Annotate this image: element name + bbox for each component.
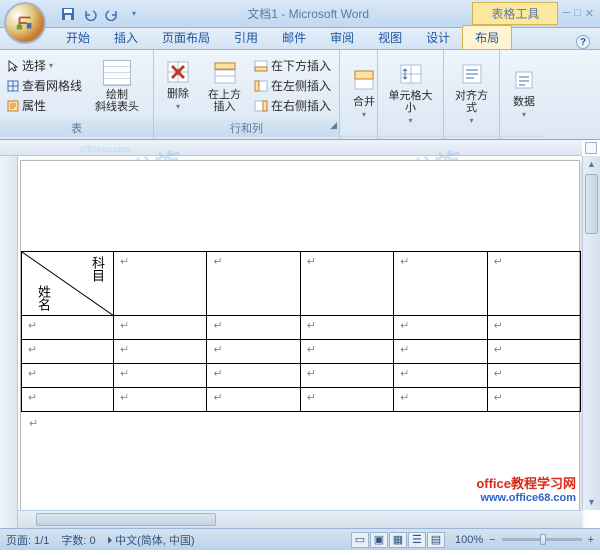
zoom-slider[interactable] (502, 538, 582, 541)
select-button[interactable]: 选择▾ (4, 56, 85, 75)
table-cell[interactable]: ↵ (207, 252, 300, 316)
table-cell[interactable]: ↵ (394, 252, 487, 316)
insert-above-button[interactable]: 在上方 插入 (202, 57, 247, 115)
group-table-label: 表 (0, 119, 153, 137)
data-button[interactable]: 数据▾ (504, 64, 544, 123)
ribbon-tabs: 开始 插入 页面布局 引用 邮件 审阅 视图 设计 布局 ? (0, 28, 600, 50)
group-rows-cols-label: 行和列◢ (154, 119, 339, 137)
view-buttons: ▭ ▣ ▦ ☰ ▤ (351, 532, 445, 548)
zoom-out-button[interactable]: − (489, 534, 495, 546)
title-bar: ▾ 文档1 - Microsoft Word 表格工具 ─ □ ✕ (0, 0, 600, 28)
redo-button[interactable] (102, 4, 122, 24)
status-page[interactable]: 页面: 1/1 (6, 532, 49, 548)
view-print-layout[interactable]: ▭ (351, 532, 369, 548)
table-cell[interactable]: ↵ (114, 252, 207, 316)
table-row: ↵↵↵↵↵↵ (22, 316, 581, 340)
header-subject: 科目 (88, 256, 107, 282)
table-row: ↵↵↵↵↵↵ (22, 364, 581, 388)
rows-cols-launcher[interactable]: ◢ (330, 120, 337, 131)
view-gridlines-button[interactable]: 查看网格线 (4, 76, 85, 95)
document-area: 办公族 officezu.com 办公族 办公族 办公族 officezu.co… (0, 140, 600, 528)
close-button[interactable]: ✕ (585, 7, 594, 20)
status-words[interactable]: 字数: 0 (61, 532, 95, 548)
draw-diagonal-header-button[interactable]: 绘制 斜线表头 (89, 57, 145, 115)
ribbon: 选择▾ 查看网格线 属性 绘制 斜线表头 表 删除▾ 在上方 插入 在下方插入 (0, 50, 600, 140)
scroll-thumb[interactable] (585, 174, 598, 234)
tab-view[interactable]: 视图 (366, 26, 414, 49)
view-web[interactable]: ▦ (389, 532, 407, 548)
zoom-level[interactable]: 100% (455, 534, 483, 546)
insert-below-button[interactable]: 在下方插入 (251, 56, 334, 75)
tab-table-layout[interactable]: 布局 (462, 25, 512, 49)
minimize-button[interactable]: ─ (562, 7, 570, 20)
quick-access-toolbar: ▾ (58, 4, 144, 24)
scroll-down-icon[interactable]: ▼ (583, 494, 600, 510)
tab-references[interactable]: 引用 (222, 26, 270, 49)
scroll-up-icon[interactable]: ▲ (583, 156, 600, 172)
vertical-ruler[interactable] (0, 156, 18, 528)
paragraph-mark: ↵ (21, 412, 579, 434)
table-row: ↵↵↵↵↵↵ (22, 388, 581, 412)
insert-left-button[interactable]: 在左侧插入 (251, 76, 334, 95)
tab-mailings[interactable]: 邮件 (270, 26, 318, 49)
view-full-screen[interactable]: ▣ (370, 532, 388, 548)
tab-review[interactable]: 审阅 (318, 26, 366, 49)
ruler-toggle[interactable] (585, 142, 597, 154)
horizontal-scrollbar[interactable] (18, 510, 582, 528)
table-cell[interactable]: ↵ (300, 252, 393, 316)
header-name: 姓名 (34, 285, 53, 311)
maximize-button[interactable]: □ (574, 7, 581, 20)
group-cellsize-label (378, 135, 443, 137)
tab-insert[interactable]: 插入 (102, 26, 150, 49)
word-table[interactable]: 科目 姓名 ↵ ↵ ↵ ↵ ↵ ↵↵↵↵↵↵ ↵↵↵↵↵↵ ↵↵↵↵↵↵ ↵↵↵… (21, 251, 581, 412)
group-merge-label (340, 135, 377, 137)
table-row: ↵↵↵↵↵↵ (22, 340, 581, 364)
vertical-scrollbar[interactable]: ▲ ▼ (582, 156, 600, 510)
diagonal-header-cell[interactable]: 科目 姓名 (22, 252, 114, 316)
zoom-in-button[interactable]: + (588, 534, 594, 546)
scroll-thumb-h[interactable] (36, 513, 216, 526)
tab-home[interactable]: 开始 (54, 26, 102, 49)
view-outline[interactable]: ☰ (408, 532, 426, 548)
office-button[interactable] (4, 2, 46, 44)
status-bar: 页面: 1/1 字数: 0 🞂 中文(简体, 中国) ▭ ▣ ▦ ☰ ▤ 100… (0, 528, 600, 550)
status-language[interactable]: 🞂 中文(简体, 中国) (108, 532, 195, 548)
delete-button[interactable]: 删除▾ (158, 56, 198, 115)
insert-right-button[interactable]: 在右侧插入 (251, 96, 334, 115)
tab-design[interactable]: 设计 (414, 26, 462, 49)
save-button[interactable] (58, 4, 78, 24)
qat-customize[interactable]: ▾ (124, 4, 144, 24)
group-alignment-label (444, 135, 499, 137)
table-row: 科目 姓名 ↵ ↵ ↵ ↵ ↵ (22, 252, 581, 316)
table-cell[interactable]: ↵ (487, 252, 580, 316)
view-draft[interactable]: ▤ (427, 532, 445, 548)
alignment-button[interactable]: 对齐方式▾ (448, 58, 495, 129)
tab-page-layout[interactable]: 页面布局 (150, 26, 222, 49)
undo-button[interactable] (80, 4, 100, 24)
window-controls: ─ □ ✕ (562, 7, 594, 20)
group-data-label (500, 135, 544, 137)
credits: office教程学习网 www.office68.com (476, 473, 576, 504)
window-title: 文档1 - Microsoft Word (144, 5, 472, 22)
cell-size-button[interactable]: 单元格大小▾ (382, 58, 439, 129)
context-tab-title: 表格工具 (472, 2, 558, 25)
properties-button[interactable]: 属性 (4, 96, 85, 115)
help-button[interactable]: ? (576, 35, 590, 49)
